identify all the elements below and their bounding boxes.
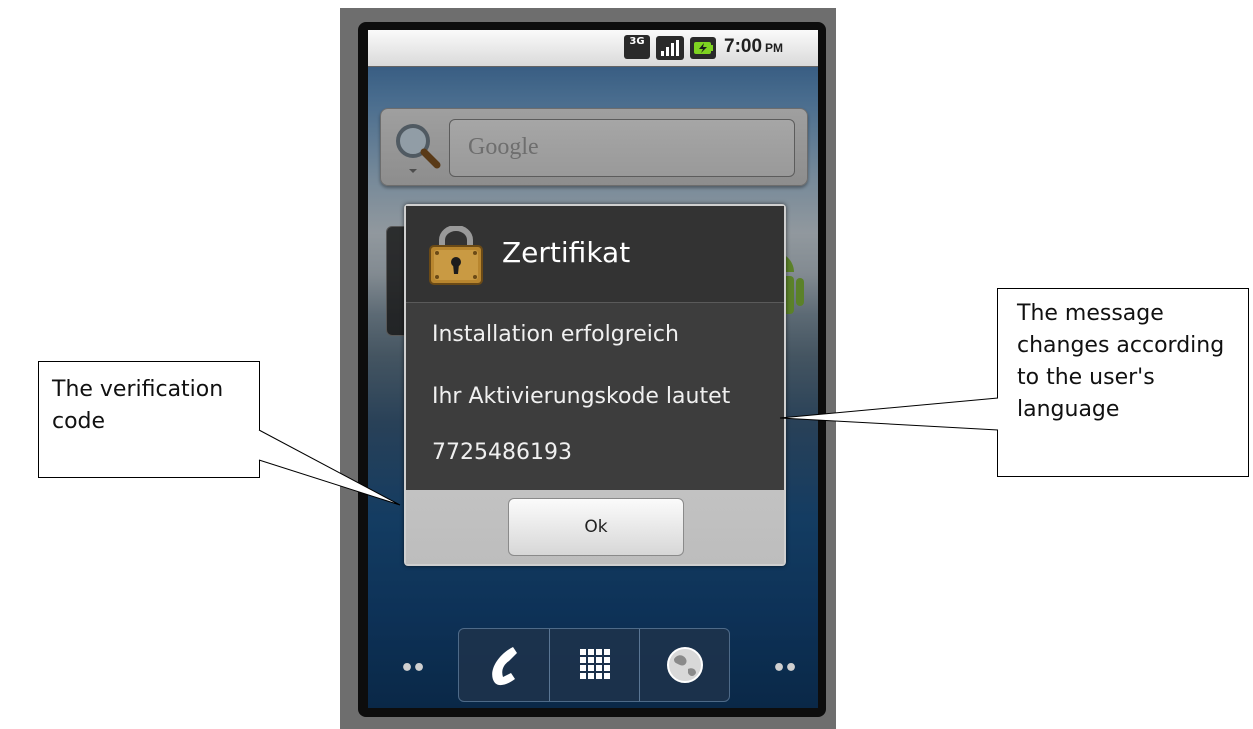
callout-leader-lines xyxy=(258,397,999,506)
stage: 3G 7:00 PM Google Zertifikat Installatio… xyxy=(0,0,1253,729)
